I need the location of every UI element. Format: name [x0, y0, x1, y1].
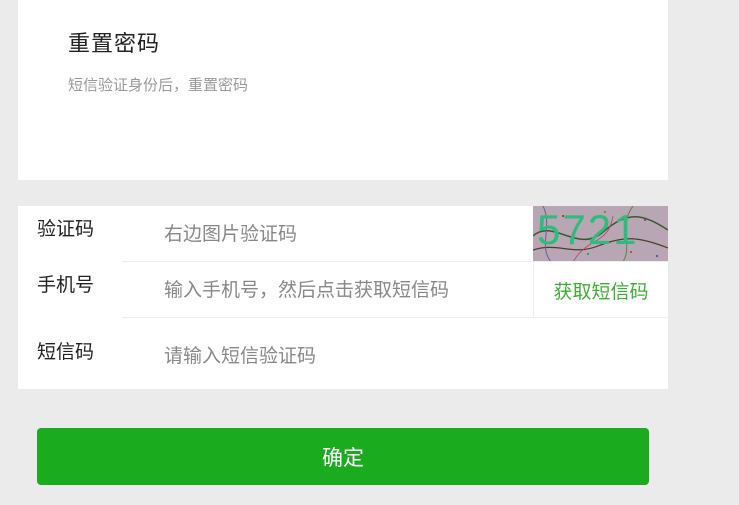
confirm-button[interactable]: 确定 [37, 428, 649, 485]
captcha-image-text: 5721 [537, 206, 638, 253]
reset-form: 验证码 5721 [18, 206, 668, 389]
get-sms-code-button[interactable]: 获取短信码 [533, 262, 668, 318]
captcha-image[interactable]: 5721 [533, 206, 668, 262]
sms-code-input[interactable] [164, 340, 524, 372]
page-subtitle: 短信验证身份后，重置密码 [68, 76, 249, 94]
phone-row: 手机号 获取短信码 [18, 262, 668, 318]
reset-password-page: 重置密码 短信验证身份后，重置密码 验证码 5721 [0, 0, 739, 505]
sms-row: 短信码 [18, 318, 668, 389]
page-title: 重置密码 [68, 32, 161, 57]
header-card: 重置密码 短信验证身份后，重置密码 [18, 0, 668, 180]
phone-input[interactable] [164, 274, 524, 306]
captcha-input[interactable] [164, 218, 524, 250]
phone-label: 手机号 [37, 274, 95, 296]
captcha-row: 验证码 5721 [18, 206, 668, 262]
sms-label: 短信码 [37, 341, 95, 363]
captcha-label: 验证码 [37, 218, 95, 240]
